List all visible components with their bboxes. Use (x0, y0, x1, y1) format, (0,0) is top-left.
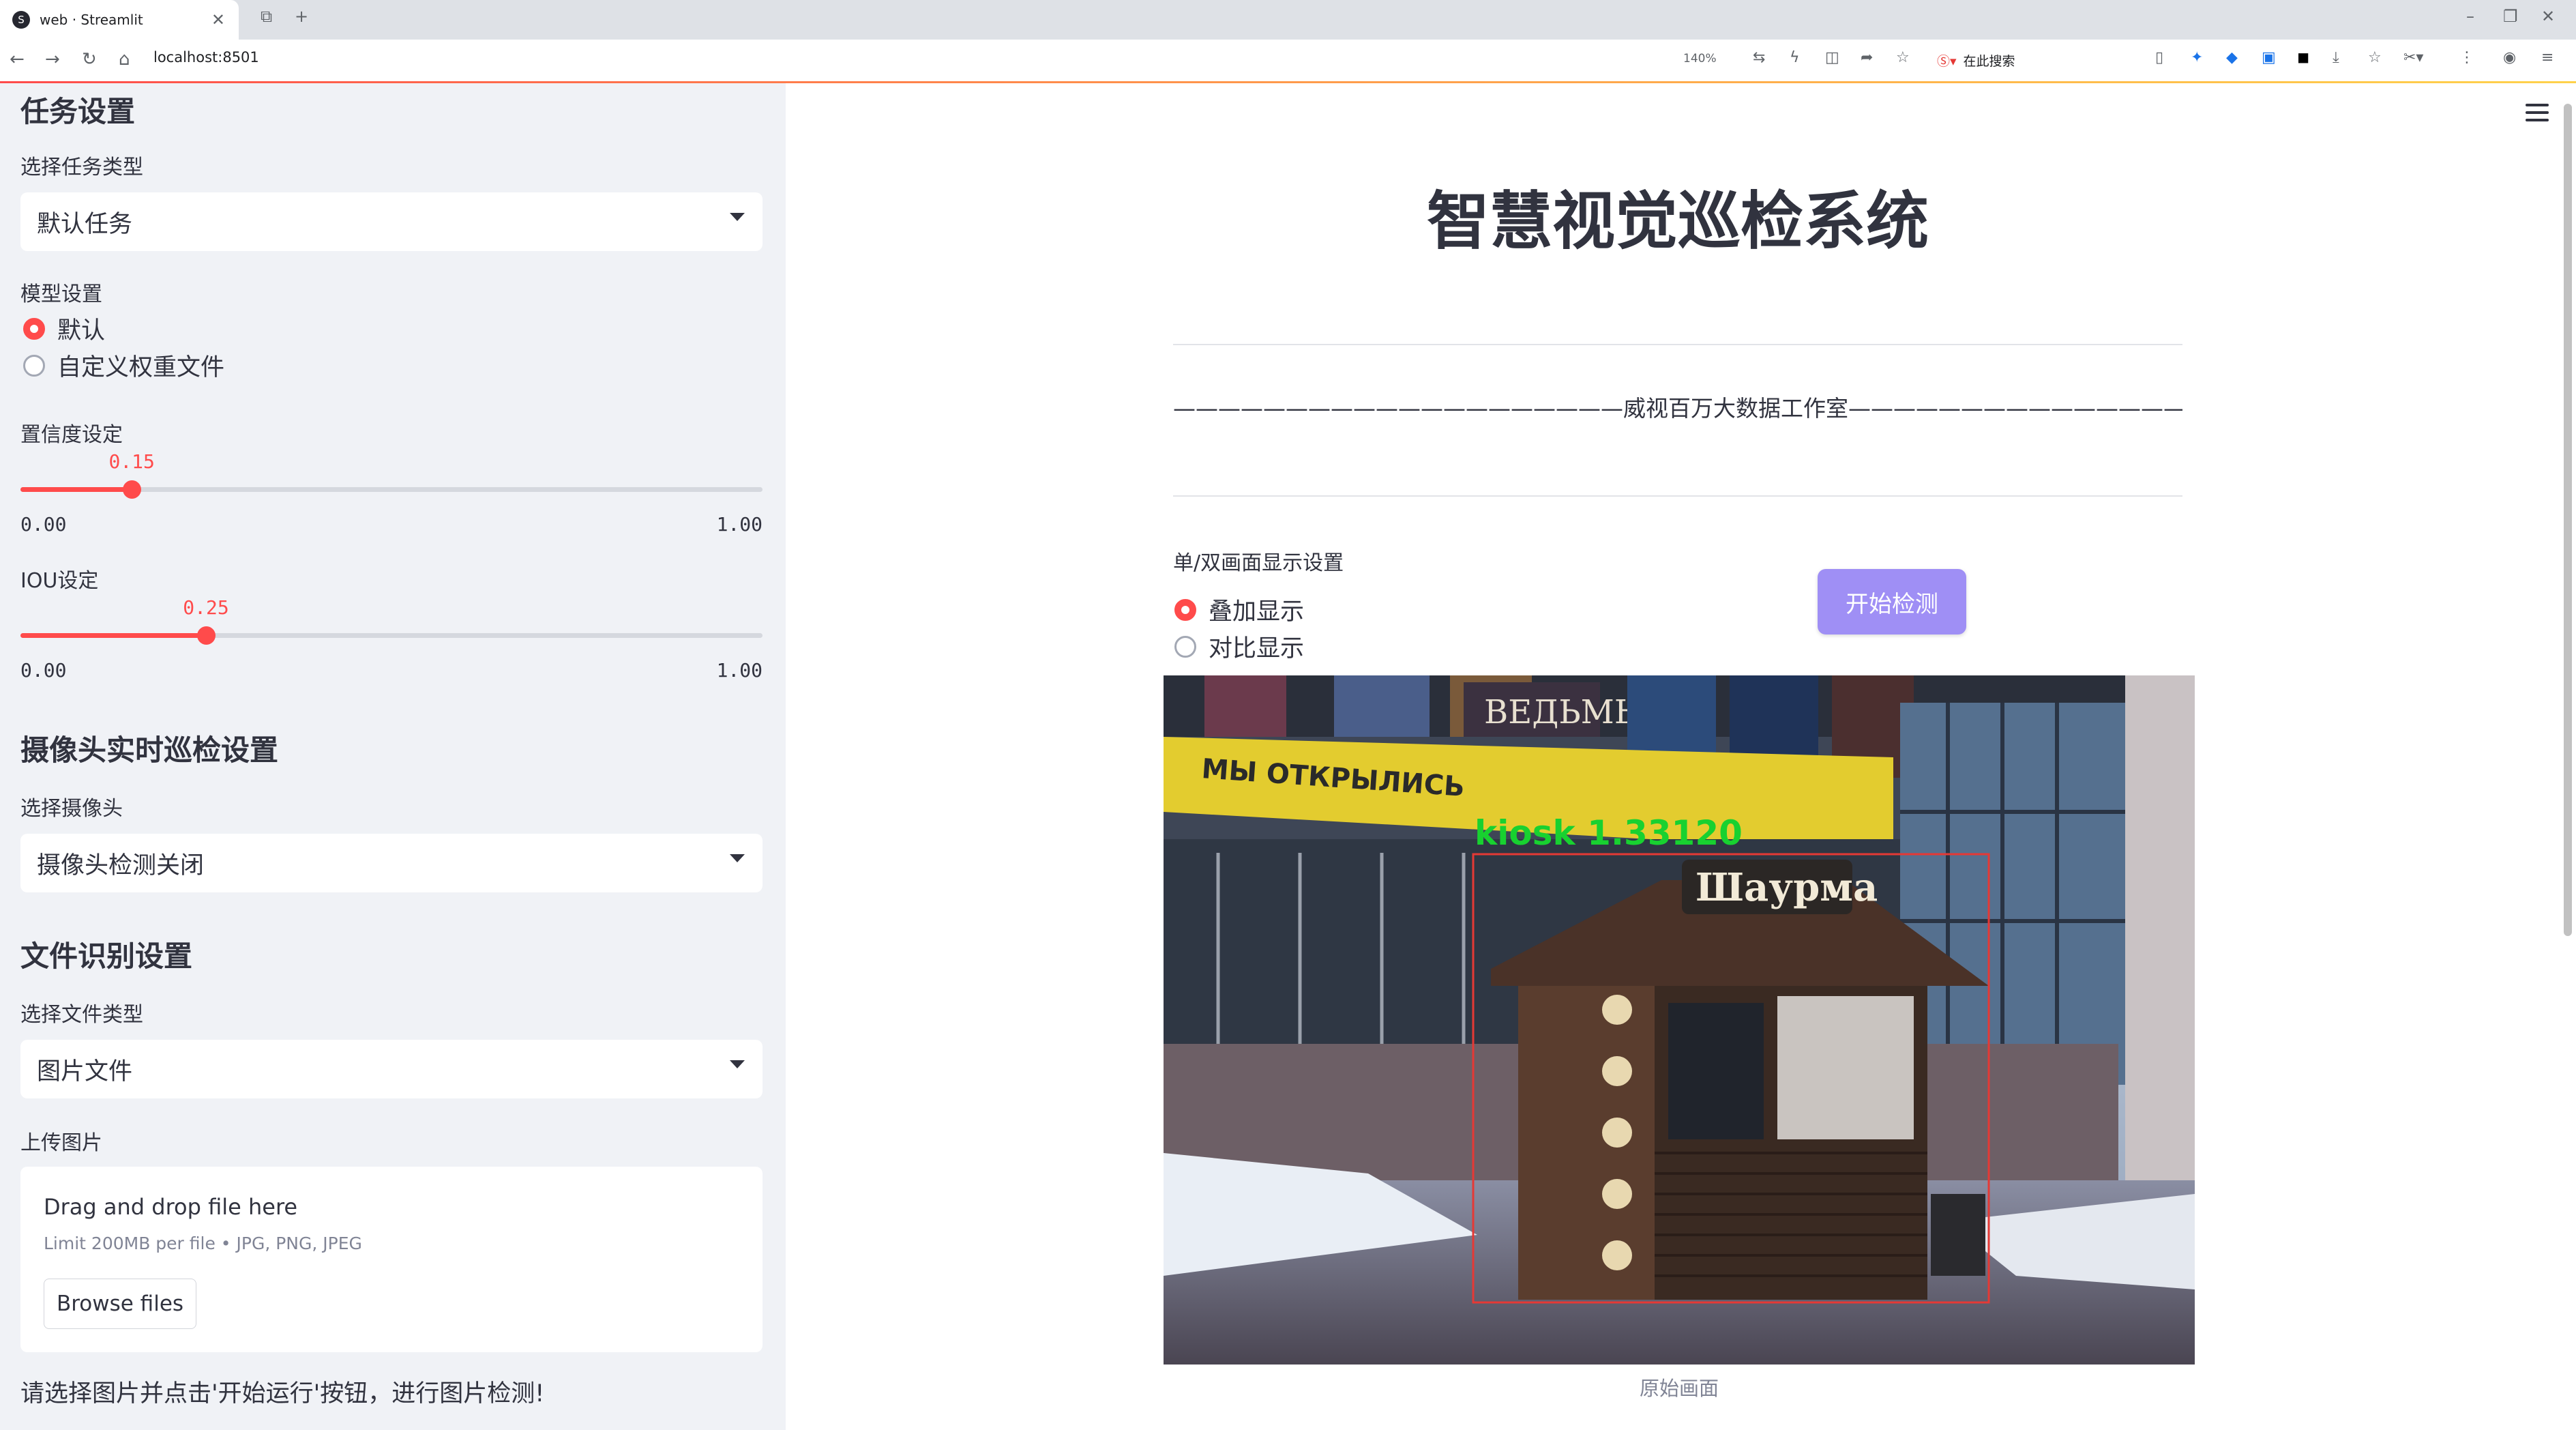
detection-label: kiosk 1.33120 (1475, 813, 1743, 853)
model-settings-label: 模型设置 (20, 282, 102, 306)
browser-tab-strip: S web · Streamlit ✕ ⧉ + – ❐ ✕ (0, 0, 2576, 40)
display-mode-label: 单/双画面显示设置 (1173, 551, 1344, 575)
browser-tab[interactable]: S web · Streamlit ✕ (0, 0, 239, 40)
streamlit-favicon-icon: S (12, 11, 30, 29)
address-bar[interactable]: localhost:8501 (153, 49, 259, 65)
camera-settings-heading: 摄像头实时巡检设置 (20, 733, 279, 767)
hamburger-menu-icon[interactable] (2526, 104, 2549, 121)
phone-icon[interactable]: ▯ (2155, 49, 2163, 66)
detection-result-image: ВЕДЬМЫ МЫ ОТКРЫЛИСЬ Шаурма kiosk 1.33120 (1164, 675, 2195, 1365)
extension-2-icon[interactable]: ◆ (2226, 49, 2238, 66)
tab-title: web · Streamlit (40, 12, 143, 28)
task-type-select[interactable]: 默认任务 (20, 192, 763, 251)
divider (1173, 495, 2182, 497)
chevron-down-icon (730, 213, 745, 221)
dropzone-limits: Limit 200MB per file • JPG, PNG, JPEG (44, 1234, 362, 1253)
restore-icon[interactable]: ❐ (2503, 7, 2518, 26)
task-settings-heading: 任务设置 (20, 95, 136, 128)
display-option-overlay[interactable]: 叠加显示 (1174, 592, 1304, 627)
file-type-label: 选择文件类型 (20, 1003, 143, 1027)
radio-unselected-icon[interactable] (1174, 635, 1196, 658)
studio-banner: ————————————————————威视百万大数据工作室——————————… (1173, 395, 2182, 422)
slider-value: 0.15 (108, 450, 155, 473)
radio-unselected-icon[interactable] (23, 354, 45, 377)
model-option-custom[interactable]: 自定义权重文件 (23, 348, 224, 383)
iou-label: IOU设定 (20, 569, 99, 593)
display-option-label: 对比显示 (1209, 635, 1305, 662)
slider-max: 1.00 (716, 659, 763, 682)
task-type-value: 默认任务 (37, 210, 133, 238)
task-type-label: 选择任务类型 (20, 156, 143, 179)
slider-value: 0.25 (183, 596, 229, 619)
start-detection-button[interactable]: 开始检测 (1818, 569, 1966, 634)
model-option-label: 自定义权重文件 (57, 354, 225, 381)
slider-min: 0.00 (20, 513, 67, 536)
model-option-label: 默认 (57, 317, 106, 345)
sidebar-hint-text: 请选择图片并点击'开始运行'按钮，进行图片检测! (20, 1380, 545, 1407)
image-caption: 原始画面 (1639, 1377, 1719, 1400)
file-type-select[interactable]: 图片文件 (20, 1040, 763, 1098)
slider-min: 0.00 (20, 659, 67, 682)
download-icon[interactable]: ⤓ (2333, 49, 2339, 66)
screenshot-icon[interactable]: ◫ (1825, 49, 1839, 66)
more-icon[interactable]: ⋮ (2459, 49, 2474, 66)
slider-fill (20, 633, 206, 638)
minimize-icon[interactable]: – (2466, 7, 2474, 26)
chevron-down-icon (730, 854, 745, 862)
kiosk-sign: Шаурма (1696, 865, 1878, 910)
chevron-down-icon (730, 1060, 745, 1068)
divider (1173, 344, 2182, 345)
search-engine-icon: Ⓢ▾ (1937, 53, 1957, 69)
street-scene-image: ВЕДЬМЫ МЫ ОТКРЫЛИСЬ Шаурма kiosk 1.33120 (1164, 675, 2195, 1365)
main-content: 智慧视觉巡检系统 ————————————————————威视百万大数据工作室—… (786, 83, 2576, 1430)
share-icon[interactable]: ➦ (1861, 49, 1873, 66)
iou-slider[interactable]: 0.25 0.00 1.00 (20, 596, 763, 682)
camera-select-value: 摄像头检测关闭 (37, 851, 205, 879)
camera-select[interactable]: 摄像头检测关闭 (20, 834, 763, 892)
slider-thumb[interactable] (123, 480, 142, 499)
tab-close-icon[interactable]: ✕ (211, 10, 225, 29)
page-title: 智慧视觉巡检系统 (1426, 185, 1929, 258)
confidence-slider[interactable]: 0.15 0.00 1.00 (20, 450, 763, 536)
display-option-compare[interactable]: 对比显示 (1174, 629, 1304, 664)
radio-selected-icon[interactable] (1174, 598, 1196, 621)
browse-files-button[interactable]: Browse files (44, 1279, 196, 1329)
model-option-default[interactable]: 默认 (23, 311, 105, 346)
zoom-indicator[interactable]: 140% (1683, 52, 1717, 65)
file-settings-heading: 文件识别设置 (20, 939, 193, 973)
slider-thumb[interactable] (197, 626, 216, 645)
home-icon[interactable]: ⌂ (119, 49, 130, 70)
camera-select-label: 选择摄像头 (20, 797, 123, 821)
display-option-label: 叠加显示 (1209, 598, 1305, 626)
file-type-value: 图片文件 (37, 1057, 133, 1085)
upload-label: 上传图片 (20, 1131, 102, 1155)
extension-4-icon[interactable]: ◼ (2297, 49, 2309, 66)
slider-max: 1.00 (716, 513, 763, 536)
browser-toolbar: ← → ↻ ⌂ localhost:8501 140% ⇆ ϟ ◫ ➦ ☆ Ⓢ▾… (0, 40, 2576, 82)
bookmark-star-icon[interactable]: ☆ (1896, 49, 1910, 66)
browser-menu-icon[interactable]: ≡ (2541, 49, 2553, 66)
file-uploader-dropzone[interactable]: Drag and drop file here Limit 200MB per … (20, 1167, 763, 1352)
browser-search-box[interactable]: Ⓢ▾ 在此搜索 (1937, 46, 2142, 74)
slider-fill (20, 487, 132, 492)
sidebar: 任务设置 选择任务类型 默认任务 模型设置 默认 自定义权重文件 置信度设定 0… (0, 83, 786, 1430)
poster-text: ВЕДЬМЫ (1484, 693, 1646, 731)
translate-icon[interactable]: ⇆ (1753, 49, 1765, 66)
profile-avatar-icon[interactable]: ◉ (2503, 49, 2516, 66)
extension-1-icon[interactable]: ✦ (2191, 49, 2203, 66)
forward-icon[interactable]: → (45, 49, 60, 70)
scissors-icon[interactable]: ✂▾ (2403, 49, 2423, 66)
back-icon[interactable]: ← (10, 49, 25, 70)
radio-selected-icon[interactable] (23, 317, 45, 340)
close-window-icon[interactable]: ✕ (2541, 7, 2555, 26)
reload-icon[interactable]: ↻ (82, 49, 97, 70)
bolt-icon[interactable]: ϟ (1790, 49, 1800, 66)
tab-search-icon[interactable]: ⧉ (261, 7, 272, 26)
extension-3-icon[interactable]: ▣ (2262, 49, 2276, 66)
browser-search-placeholder: 在此搜索 (1963, 53, 2015, 69)
new-tab-icon[interactable]: + (295, 7, 308, 26)
confidence-label: 置信度设定 (20, 423, 123, 447)
dropzone-title: Drag and drop file here (44, 1194, 298, 1220)
favorites-icon[interactable]: ☆ (2368, 49, 2382, 66)
